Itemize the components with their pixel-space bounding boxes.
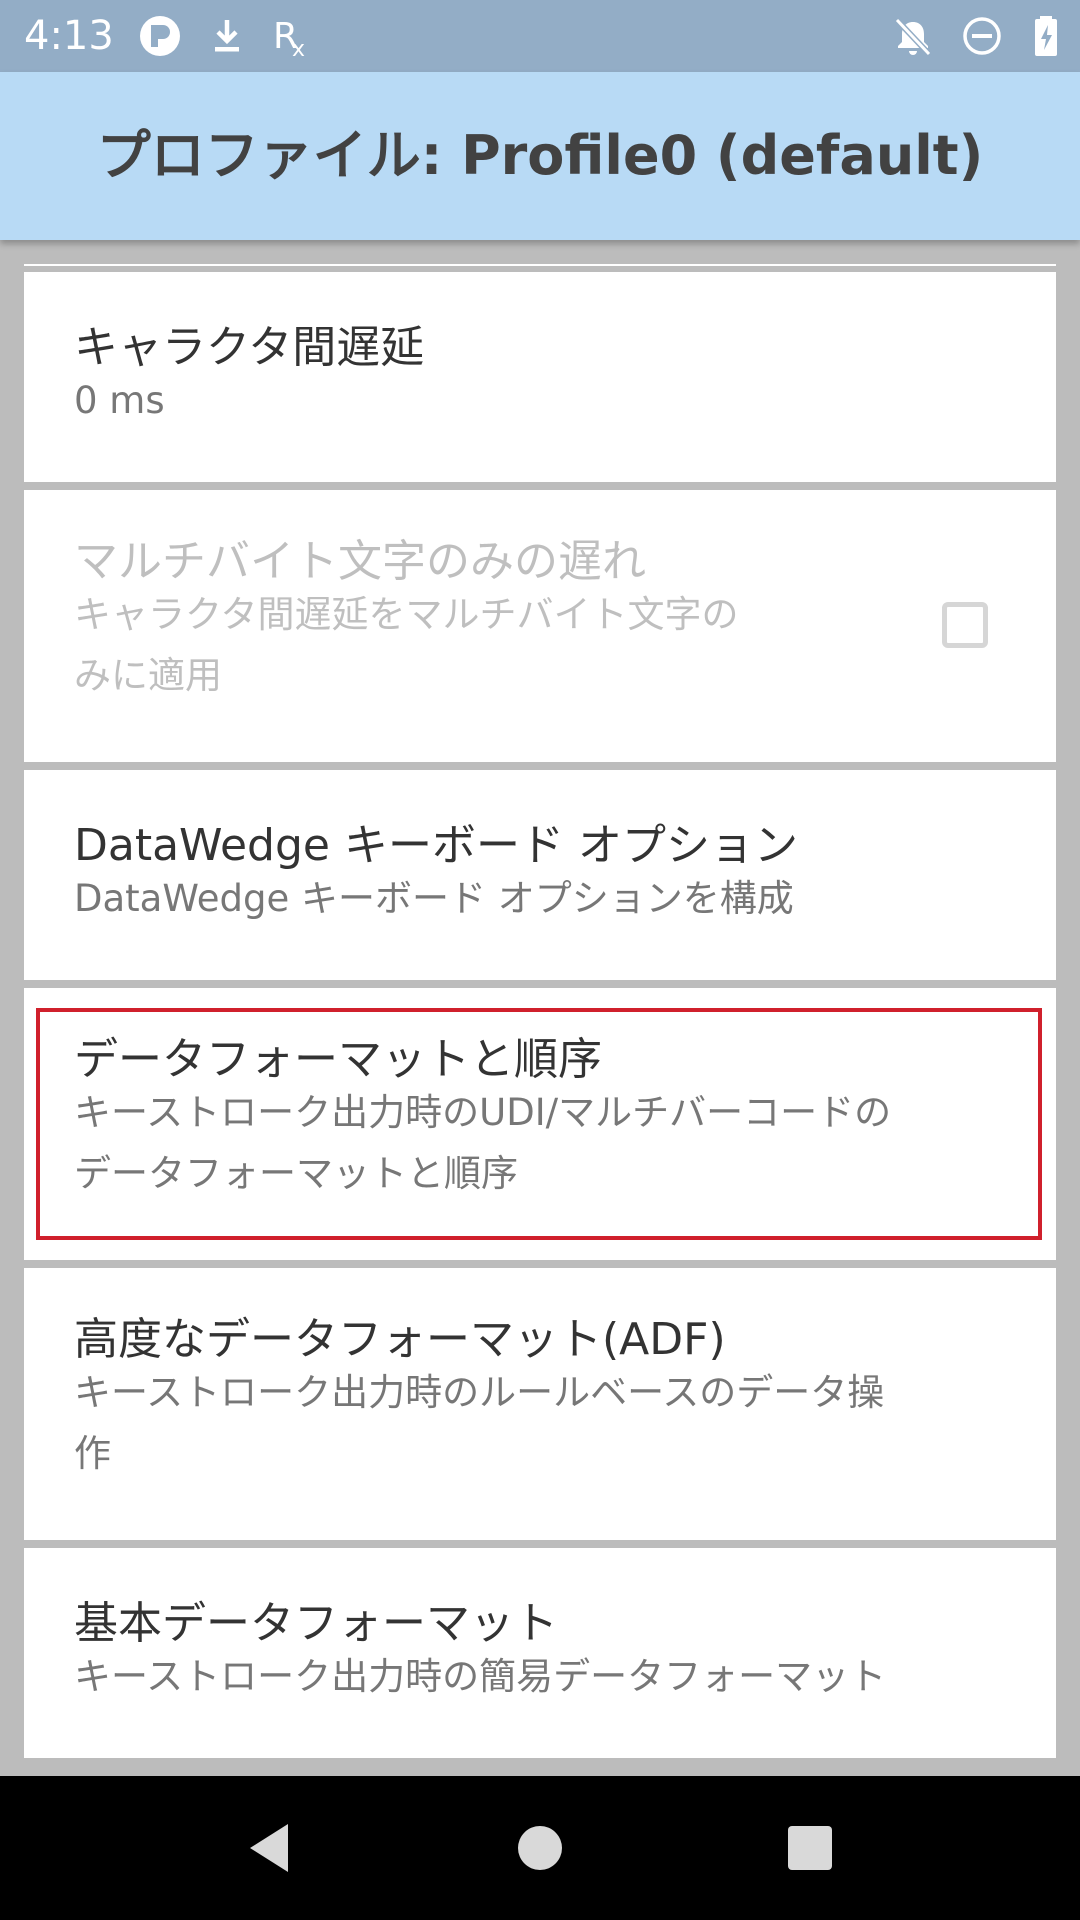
download-icon xyxy=(215,20,239,52)
setting-title: マルチバイト文字のみの遅れ xyxy=(74,536,646,587)
svg-text:x: x xyxy=(292,37,305,58)
setting-summary-line-1: キーストローク出力時のルールベースのデータ操 xyxy=(74,1371,885,1414)
home-icon[interactable] xyxy=(506,1814,574,1882)
do-not-disturb-icon xyxy=(963,17,1001,55)
setting-advanced-data-formatting[interactable]: 高度なデータフォーマット(ADF) キーストローク出力時のルールベースのデータ操… xyxy=(24,1268,1056,1540)
setting-inter-character-delay[interactable]: キャラクタ間遅延 0 ms xyxy=(24,272,1056,482)
setting-summary-line-2: 作 xyxy=(74,1432,111,1475)
setting-title: 基本データフォーマット xyxy=(74,1598,558,1649)
notifications-off-icon xyxy=(894,17,932,57)
battery-charging-icon xyxy=(1035,16,1057,56)
page-title: プロファイル: Profile0 (default) xyxy=(96,124,984,187)
settings-list[interactable]: キャラクタ間遅延 0 ms マルチバイト文字のみの遅れ キャラクタ間遅延をマルチ… xyxy=(0,240,1080,1776)
setting-summary: キーストローク出力時の簡易データフォーマット xyxy=(74,1655,887,1698)
setting-title: キャラクタ間遅延 xyxy=(74,322,425,373)
rx-icon: R x xyxy=(273,16,305,58)
setting-summary-line-2: データフォーマットと順序 xyxy=(74,1152,518,1195)
setting-summary-line-1: キャラクタ間遅延をマルチバイト文字の xyxy=(74,593,739,636)
setting-title: データフォーマットと順序 xyxy=(74,1034,602,1085)
navigation-bar xyxy=(0,1776,1080,1920)
setting-summary: 0 ms xyxy=(74,379,165,422)
setting-basic-data-formatting[interactable]: 基本データフォーマット キーストローク出力時の簡易データフォーマット xyxy=(24,1548,1056,1758)
setting-multibyte-delay[interactable]: マルチバイト文字のみの遅れ キャラクタ間遅延をマルチバイト文字の みに適用 xyxy=(24,490,1056,762)
setting-title: DataWedge キーボード オプション xyxy=(74,820,798,871)
setting-data-format-order[interactable]: データフォーマットと順序 キーストローク出力時のUDI/マルチバーコードの デー… xyxy=(24,988,1056,1260)
status-time: 4:13 xyxy=(24,13,114,59)
multibyte-delay-checkbox[interactable] xyxy=(942,602,988,648)
setting-keyboard-options[interactable]: DataWedge キーボード オプション DataWedge キーボード オプ… xyxy=(24,770,1056,980)
setting-summary-line-2: みに適用 xyxy=(74,654,222,697)
r-app-icon xyxy=(140,16,180,56)
recents-icon[interactable] xyxy=(776,1814,844,1882)
setting-summary: DataWedge キーボード オプションを構成 xyxy=(74,877,794,920)
setting-summary-line-1: キーストローク出力時のUDI/マルチバーコードの xyxy=(74,1091,892,1134)
status-bar: 4:13 R x xyxy=(0,0,1080,72)
app-bar: プロファイル: Profile0 (default) xyxy=(0,72,1080,240)
list-divider xyxy=(24,264,1056,266)
setting-title: 高度なデータフォーマット(ADF) xyxy=(74,1314,726,1365)
back-icon[interactable] xyxy=(236,1814,304,1882)
